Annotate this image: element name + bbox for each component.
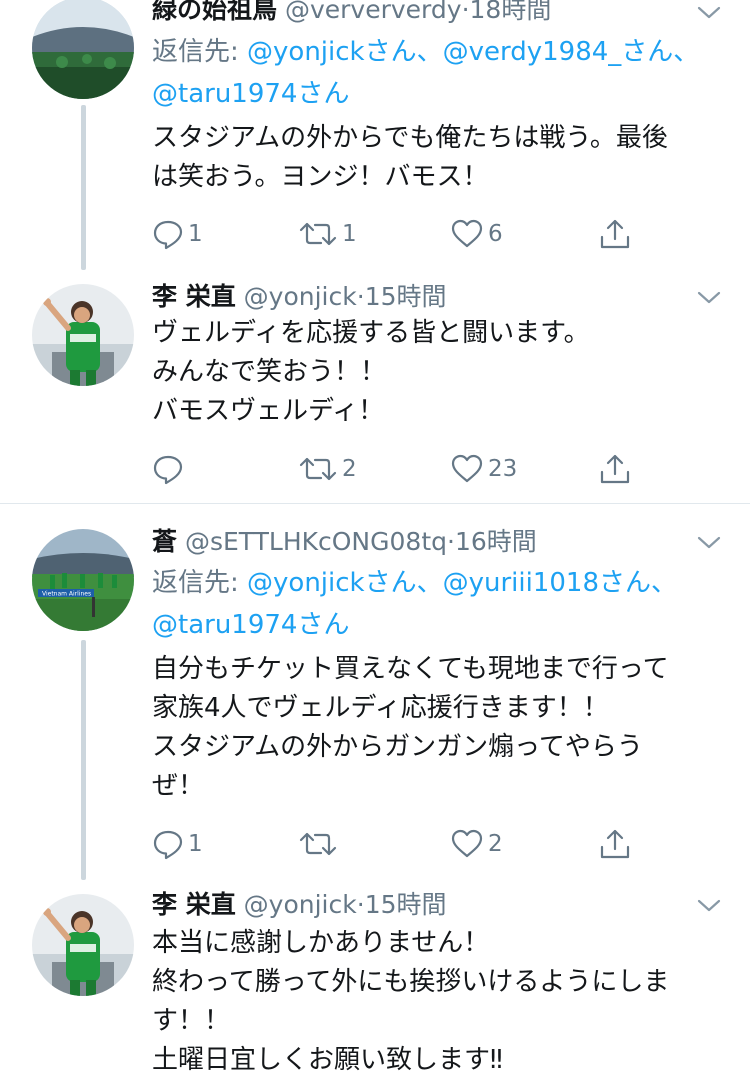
tweet-header: 李 栄直 @yonjick·15時間 [152, 281, 447, 313]
text-line: ぜ！ [152, 771, 205, 801]
chevron-down-icon[interactable] [697, 899, 721, 913]
mention-link[interactable]: @taru1974さん [152, 79, 349, 109]
chevron-down-icon[interactable] [697, 6, 721, 20]
avatar[interactable] [32, 284, 134, 386]
text-line: 土曜日宜しくお願い致します‼︎ [152, 1045, 503, 1075]
share-icon [600, 454, 630, 484]
text-line: 家族4人でヴェルディ応援行きます！！ [152, 693, 609, 723]
retweet-count: 2 [342, 456, 357, 482]
mention-link[interactable]: @yuriii1018さん、 [443, 568, 677, 598]
separator-dot: · [356, 282, 365, 311]
heart-icon [451, 454, 483, 483]
text-line: は笑おう。ヨンジ！バモス！ [152, 162, 489, 192]
tweet-header: 李 栄直 @yonjick·15時間 [152, 889, 447, 921]
like-count: 23 [488, 456, 518, 482]
text-line: 終わって勝って外にも挨拶いけるようにしま [152, 967, 670, 997]
avatar-banner-text: Vietnam Airlines [42, 591, 91, 598]
reply-button[interactable]: 1 [152, 216, 203, 252]
mention-link[interactable]: @yonjickさん、 [247, 37, 443, 67]
text-line: スタジアムの外からでも俺たちは戦う。最後 [152, 123, 668, 153]
replying-to: 返信先: @yonjickさん、@yuriii1018さん、 @taru1974さ… [152, 562, 712, 646]
share-button[interactable] [598, 216, 632, 252]
display-name[interactable]: 李 栄直 [152, 282, 236, 311]
text-line: ヴェルディを応援する皆と闘います。 [152, 318, 590, 348]
reply-icon [153, 455, 183, 485]
avatar[interactable]: Vietnam Airlines [32, 529, 134, 631]
mention-link[interactable]: @taru1974さん [152, 610, 349, 640]
separator-dot: · [356, 890, 365, 919]
timestamp[interactable]: 15時間 [365, 282, 447, 311]
mention-link[interactable]: @yonjickさん、 [247, 568, 443, 598]
tweet-actions: 2 23 [152, 451, 642, 487]
separator-dot: · [461, 0, 470, 24]
reply-count: 1 [188, 221, 203, 247]
like-button[interactable]: 6 [450, 216, 503, 252]
chevron-down-icon[interactable] [697, 536, 721, 550]
like-button[interactable]: 2 [450, 826, 503, 862]
display-name[interactable]: 緑の始祖鳥 [152, 0, 277, 24]
text-line: スタジアムの外からガンガン煽ってやらう [152, 732, 643, 762]
tweet-header: 蒼 @sETTLHKcONG08tq·16時間 [152, 526, 537, 558]
timestamp[interactable]: 15時間 [365, 890, 447, 919]
text-line: みんなで笑おう！！ [152, 357, 387, 387]
tweet-text: 本当に感謝しかありません！ 終わって勝って外にも挨拶いけるようにしま す！！ 土… [152, 924, 722, 1080]
tweet-actions: 1 1 6 [152, 216, 642, 252]
handle[interactable]: @yonjick [244, 890, 357, 919]
tweet-text: スタジアムの外からでも俺たちは戦う。最後 は笑おう。ヨンジ！バモス！ [152, 119, 722, 197]
tweet-text: ヴェルディを応援する皆と闘います。 みんなで笑おう！！ バモスヴェルディ！ [152, 314, 722, 431]
reply-button[interactable]: 1 [152, 826, 203, 862]
thread-line [81, 105, 86, 270]
retweet-icon [299, 222, 337, 246]
tweet-divider [0, 503, 750, 504]
handle[interactable]: @yonjick [244, 282, 357, 311]
replying-to-label: 返信先: [152, 568, 248, 598]
like-count: 2 [488, 831, 503, 857]
retweet-icon [299, 457, 337, 481]
tweet-actions: 1 2 [152, 826, 642, 862]
text-line: 本当に感謝しかありません！ [152, 928, 490, 958]
mention-link[interactable]: @verdy1984_さん、 [443, 37, 700, 67]
handle[interactable]: @sETTLHKcONG08tq [185, 527, 447, 556]
display-name[interactable]: 李 栄直 [152, 890, 236, 919]
avatar[interactable] [32, 894, 134, 996]
thread-line [81, 640, 86, 880]
display-name[interactable]: 蒼 [152, 527, 177, 556]
avatar[interactable] [32, 0, 134, 99]
retweet-icon [299, 832, 337, 856]
handle[interactable]: @verververdy [285, 0, 462, 24]
retweet-count: 1 [342, 221, 357, 247]
like-count: 6 [488, 221, 503, 247]
tweet-text: 自分もチケット買えなくても現地まで行って 家族4人でヴェルディ応援行きます！！ … [152, 650, 722, 806]
chevron-down-icon[interactable] [697, 291, 721, 305]
reply-button[interactable] [152, 451, 188, 487]
retweet-button[interactable]: 2 [298, 451, 357, 487]
text-line: す！！ [152, 1006, 231, 1036]
share-icon [600, 219, 630, 249]
retweet-button[interactable]: 1 [298, 216, 357, 252]
timestamp[interactable]: 16時間 [455, 527, 537, 556]
separator-dot: · [447, 527, 455, 556]
share-button[interactable] [598, 826, 632, 862]
heart-icon [451, 219, 483, 248]
text-line: バモスヴェルディ！ [152, 396, 385, 426]
like-button[interactable]: 23 [450, 451, 517, 487]
reply-icon [153, 830, 183, 860]
text-line: 自分もチケット買えなくても現地まで行って [152, 654, 669, 684]
share-button[interactable] [598, 451, 632, 487]
share-icon [600, 829, 630, 859]
timestamp[interactable]: 18時間 [470, 0, 552, 24]
tweet-header: 緑の始祖鳥 @verververdy·18時間 [152, 0, 551, 26]
retweet-button[interactable] [298, 826, 342, 862]
reply-icon [153, 220, 183, 250]
replying-to-label: 返信先: [152, 37, 248, 67]
reply-count: 1 [188, 831, 203, 857]
heart-icon [451, 829, 483, 858]
replying-to: 返信先: @yonjickさん、@verdy1984_さん、 @taru1974さ… [152, 31, 712, 115]
